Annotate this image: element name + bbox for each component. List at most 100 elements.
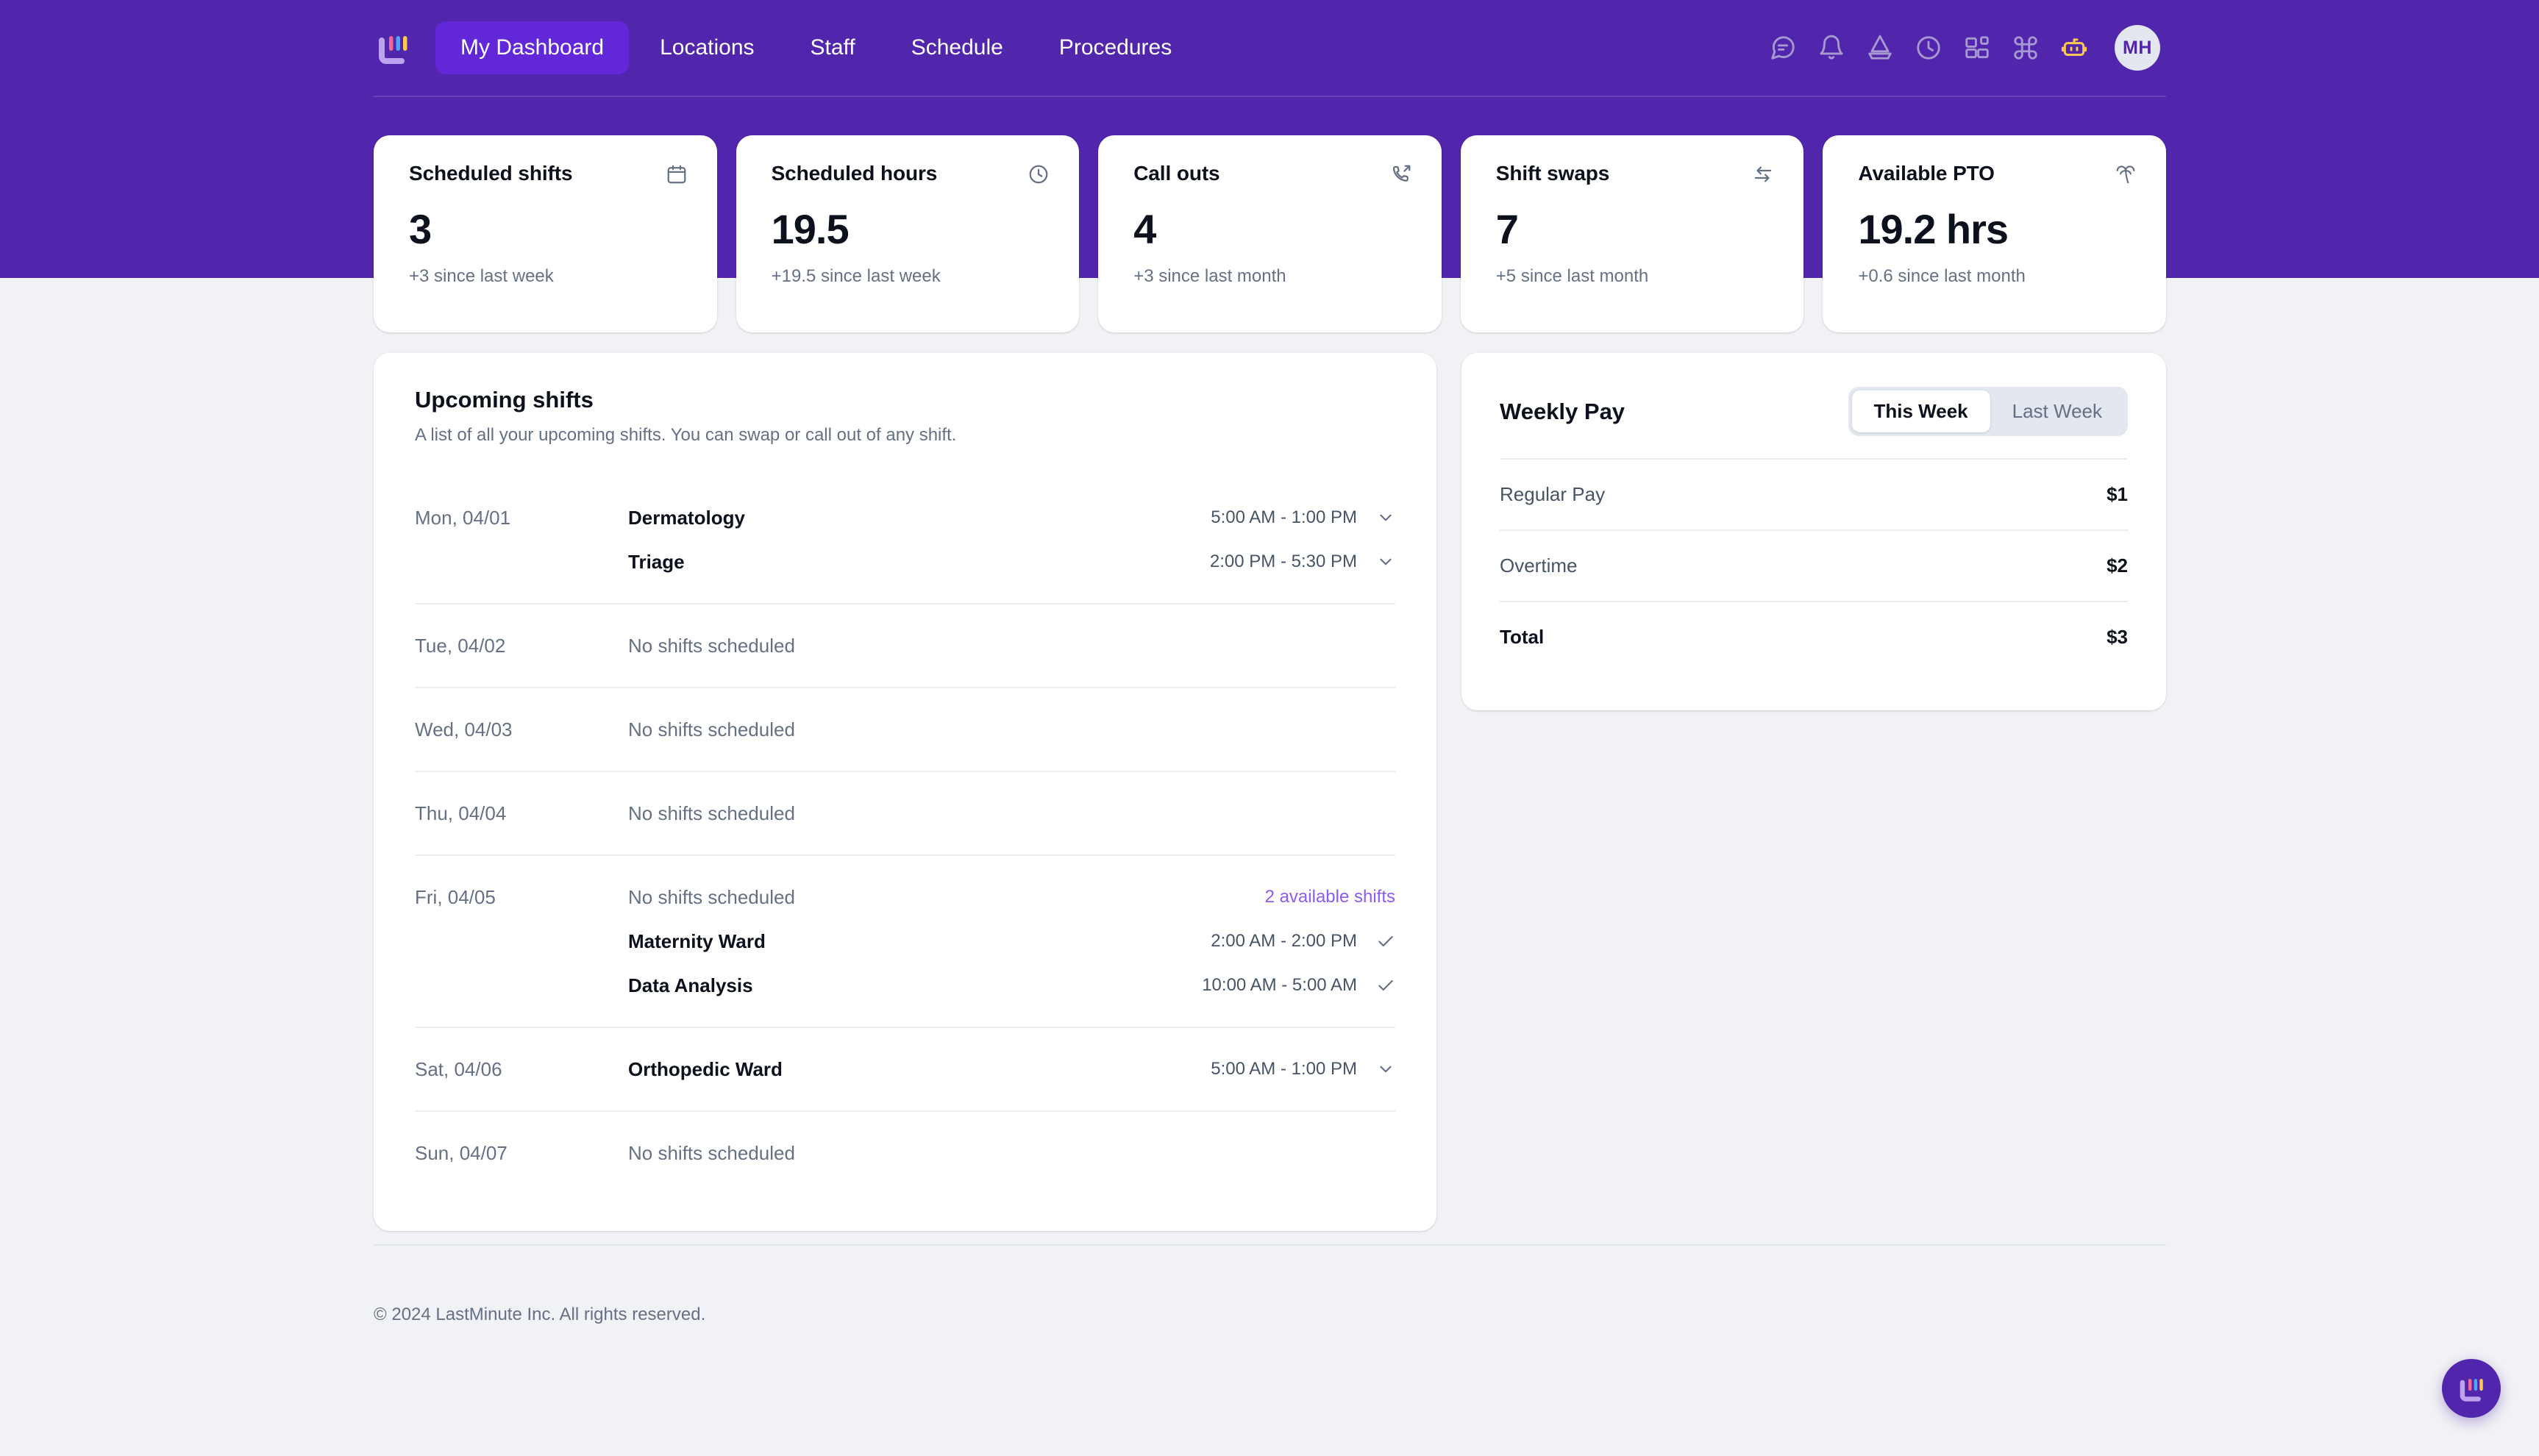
pay-amount: $2 [2107, 554, 2128, 577]
calendar-icon [666, 163, 688, 189]
shift-name: Dermatology [628, 506, 745, 529]
stat-card-call-outs[interactable]: Call outs 4 +3 since last month [1098, 135, 1442, 332]
available-shifts-link[interactable]: 2 available shifts [1265, 887, 1395, 907]
table-row[interactable]: Thu, 04/04 No shifts scheduled [415, 791, 1395, 835]
stat-card-header: Available PTO [1858, 162, 2137, 189]
shift-empty-label: No shifts scheduled [628, 718, 795, 741]
table-row[interactable]: Tue, 04/02 No shifts scheduled [415, 624, 1395, 668]
stat-card-header: Call outs [1133, 162, 1412, 189]
stat-title: Available PTO [1858, 162, 1995, 185]
stat-card-shift-swaps[interactable]: Shift swaps 7 +5 since last month [1460, 135, 1804, 332]
nav-item-procedures[interactable]: Procedures [1034, 21, 1197, 74]
shift-time: 10:00 AM - 5:00 AM [1202, 975, 1357, 995]
stat-card-header: Shift swaps [1496, 162, 1775, 189]
stat-title: Scheduled shifts [409, 162, 573, 185]
week-toggle: This Week Last Week [1848, 387, 2128, 436]
stat-delta: +5 since last month [1495, 266, 1649, 286]
day-label: Sat, 04/06 [415, 1057, 502, 1080]
shift-name: Triage [628, 550, 685, 573]
day-group: Sun, 04/07 No shifts scheduled [415, 1112, 1395, 1194]
shift-name: Data Analysis [628, 974, 753, 996]
day-label: Wed, 04/03 [415, 718, 513, 741]
stat-title: Call outs [1133, 162, 1220, 185]
nav-item-my-dashboard[interactable]: My Dashboard [435, 21, 630, 74]
day-label: Mon, 04/01 [415, 506, 511, 529]
stat-card-scheduled-hours[interactable]: Scheduled hours 19.5 +19.5 since last we… [736, 135, 1080, 332]
check-icon[interactable] [1376, 976, 1395, 995]
day-label: Sun, 04/07 [415, 1141, 508, 1164]
stat-delta: +0.6 since last month [1858, 266, 2026, 286]
chevron-down-icon[interactable] [1376, 1060, 1395, 1079]
pay-breakdown-list: Regular Pay $1 Overtime $2 Total $3 [1500, 458, 2128, 672]
pay-label: Total [1500, 626, 1545, 648]
stat-value: 4 [1133, 206, 1156, 252]
table-row[interactable]: Sun, 04/07 No shifts scheduled [415, 1131, 1395, 1175]
bell-icon[interactable] [1815, 31, 1848, 65]
sailboat-icon[interactable] [1863, 31, 1897, 65]
pay-row-overtime: Overtime $2 [1500, 531, 2128, 602]
nav-icon-group: MH [1766, 25, 2166, 71]
tab-this-week[interactable]: This Week [1851, 390, 1990, 432]
table-row[interactable]: Wed, 04/03 No shifts scheduled [415, 707, 1395, 752]
check-icon[interactable] [1376, 932, 1395, 951]
copyright-text: © 2024 LastMinute Inc. All rights reserv… [374, 1305, 706, 1324]
phone-outgoing-icon [1390, 163, 1412, 189]
pay-amount: $3 [2107, 626, 2128, 648]
robot-icon[interactable] [2057, 31, 2091, 65]
panel-subtitle: A list of all your upcoming shifts. You … [415, 425, 957, 445]
lastminute-logo-icon[interactable] [374, 29, 412, 67]
pay-amount: $1 [2107, 483, 2128, 505]
upcoming-shifts-panel: Upcoming shifts A list of all your upcom… [374, 353, 1436, 1231]
footer: © 2024 LastMinute Inc. All rights reserv… [374, 1244, 2166, 1325]
message-icon[interactable] [1766, 31, 1800, 65]
layout-grid-icon[interactable] [1960, 31, 1994, 65]
stat-value: 19.2 hrs [1858, 206, 2009, 252]
day-group: Mon, 04/01 Dermatology 5:00 AM - 1:00 PM… [415, 477, 1395, 604]
day-label: Thu, 04/04 [415, 802, 507, 824]
nav-item-locations[interactable]: Locations [635, 21, 779, 74]
shift-empty-label: No shifts scheduled [628, 885, 795, 908]
shift-time: 2:00 PM - 5:30 PM [1209, 552, 1357, 571]
table-row[interactable]: Fri, 04/05 No shifts scheduled 2 availab… [415, 875, 1395, 919]
chevron-down-icon[interactable] [1376, 508, 1395, 527]
pay-label: Regular Pay [1500, 483, 1606, 505]
stat-card-header: Scheduled shifts [409, 162, 688, 189]
weekly-pay-title: Weekly Pay [1500, 398, 1625, 424]
stat-title: Scheduled hours [771, 162, 938, 185]
table-row[interactable]: Mon, 04/01 Dermatology 5:00 AM - 1:00 PM [415, 496, 1395, 540]
shift-list: Mon, 04/01 Dermatology 5:00 AM - 1:00 PM… [415, 477, 1395, 1194]
nav-links: My Dashboard Locations Staff Schedule Pr… [435, 21, 1197, 74]
table-row[interactable]: Data Analysis 10:00 AM - 5:00 AM [415, 963, 1395, 1007]
command-icon[interactable] [2009, 31, 2043, 65]
day-label: Tue, 04/02 [415, 634, 506, 657]
table-row[interactable]: Maternity Ward 2:00 AM - 2:00 PM [415, 919, 1395, 963]
stat-card-scheduled-shifts[interactable]: Scheduled shifts 3 +3 since last week [374, 135, 717, 332]
shift-name: Maternity Ward [628, 929, 766, 952]
chevron-down-icon[interactable] [1376, 552, 1395, 571]
pay-row-total: Total $3 [1500, 602, 2128, 672]
shift-time: 5:00 AM - 1:00 PM [1211, 1059, 1357, 1079]
shift-time: 2:00 AM - 2:00 PM [1211, 931, 1357, 951]
clock-icon [1028, 163, 1050, 189]
nav-item-schedule[interactable]: Schedule [886, 21, 1028, 74]
table-row[interactable]: Triage 2:00 PM - 5:30 PM [415, 540, 1395, 584]
arrows-swap-icon [1752, 163, 1774, 189]
stat-value: 19.5 [771, 206, 850, 252]
stat-card-available-pto[interactable]: Available PTO 19.2 hrs +0.6 since last m… [1823, 135, 2166, 332]
day-group: Tue, 04/02 No shifts scheduled [415, 604, 1395, 688]
shift-empty-label: No shifts scheduled [628, 802, 795, 824]
dashboard-page: My Dashboard Locations Staff Schedule Pr… [0, 0, 2539, 1456]
weekly-pay-header: Weekly Pay This Week Last Week [1500, 387, 2128, 436]
tab-last-week[interactable]: Last Week [1990, 390, 2124, 432]
avatar[interactable]: MH [2115, 25, 2160, 71]
stat-title: Shift swaps [1495, 162, 1610, 185]
pay-label: Overtime [1500, 554, 1578, 577]
shift-empty-label: No shifts scheduled [628, 634, 795, 657]
clock-icon[interactable] [1912, 31, 1945, 65]
nav-item-staff[interactable]: Staff [786, 21, 880, 74]
lastminute-logo-icon [2456, 1373, 2487, 1404]
stat-card-header: Scheduled hours [772, 162, 1050, 189]
assistant-fab-button[interactable] [2442, 1359, 2501, 1418]
day-group: Thu, 04/04 No shifts scheduled [415, 772, 1395, 856]
table-row[interactable]: Sat, 04/06 Orthopedic Ward 5:00 AM - 1:0… [415, 1047, 1395, 1091]
